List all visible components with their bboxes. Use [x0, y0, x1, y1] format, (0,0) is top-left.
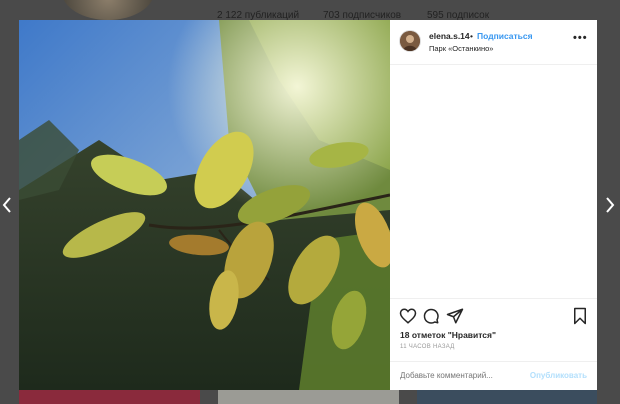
post-modal: elena.s.14 • Подписаться Парк «Останкино…: [19, 20, 597, 390]
autumn-leaves-photo: [19, 20, 390, 390]
more-options-icon: •••: [573, 32, 588, 44]
avatar[interactable]: [400, 31, 420, 51]
post-actions: 18 отметок "Нравится" 11 ЧАСОВ НАЗАД Опу…: [390, 298, 597, 391]
prev-post-button[interactable]: [0, 196, 14, 214]
share-button[interactable]: [446, 307, 464, 325]
grid-thumbnail[interactable]: [218, 390, 399, 404]
chevron-right-icon: [606, 197, 615, 213]
post-timestamp[interactable]: 11 ЧАСОВ НАЗАД: [400, 344, 455, 350]
comment-icon: [423, 308, 439, 324]
like-button[interactable]: [399, 307, 417, 325]
publish-button[interactable]: Опубликовать: [530, 371, 587, 380]
bookmark-icon: [574, 307, 586, 325]
next-post-button[interactable]: [603, 196, 617, 214]
likes-count[interactable]: 18 отметок "Нравится": [400, 330, 496, 340]
comment-input[interactable]: [400, 371, 520, 380]
comment-button[interactable]: [422, 307, 440, 325]
grid-thumbnail[interactable]: [19, 390, 200, 404]
username-link[interactable]: elena.s.14: [429, 31, 470, 41]
save-button[interactable]: [571, 307, 589, 325]
follow-button[interactable]: Подписаться: [477, 31, 533, 41]
grid-thumbnail[interactable]: [417, 390, 597, 404]
more-options-button[interactable]: •••: [573, 32, 588, 44]
comment-bar: Опубликовать: [390, 361, 597, 392]
post-photo[interactable]: [19, 20, 390, 390]
post-header: elena.s.14 • Подписаться Парк «Останкино…: [390, 20, 597, 65]
location-link[interactable]: Парк «Останкино»: [429, 44, 493, 53]
share-icon: [446, 308, 464, 324]
avatar-image: [400, 31, 420, 51]
heart-icon: [399, 308, 417, 324]
post-side-panel: elena.s.14 • Подписаться Парк «Останкино…: [390, 20, 597, 390]
chevron-left-icon: [2, 197, 11, 213]
separator-dot: •: [470, 31, 473, 41]
